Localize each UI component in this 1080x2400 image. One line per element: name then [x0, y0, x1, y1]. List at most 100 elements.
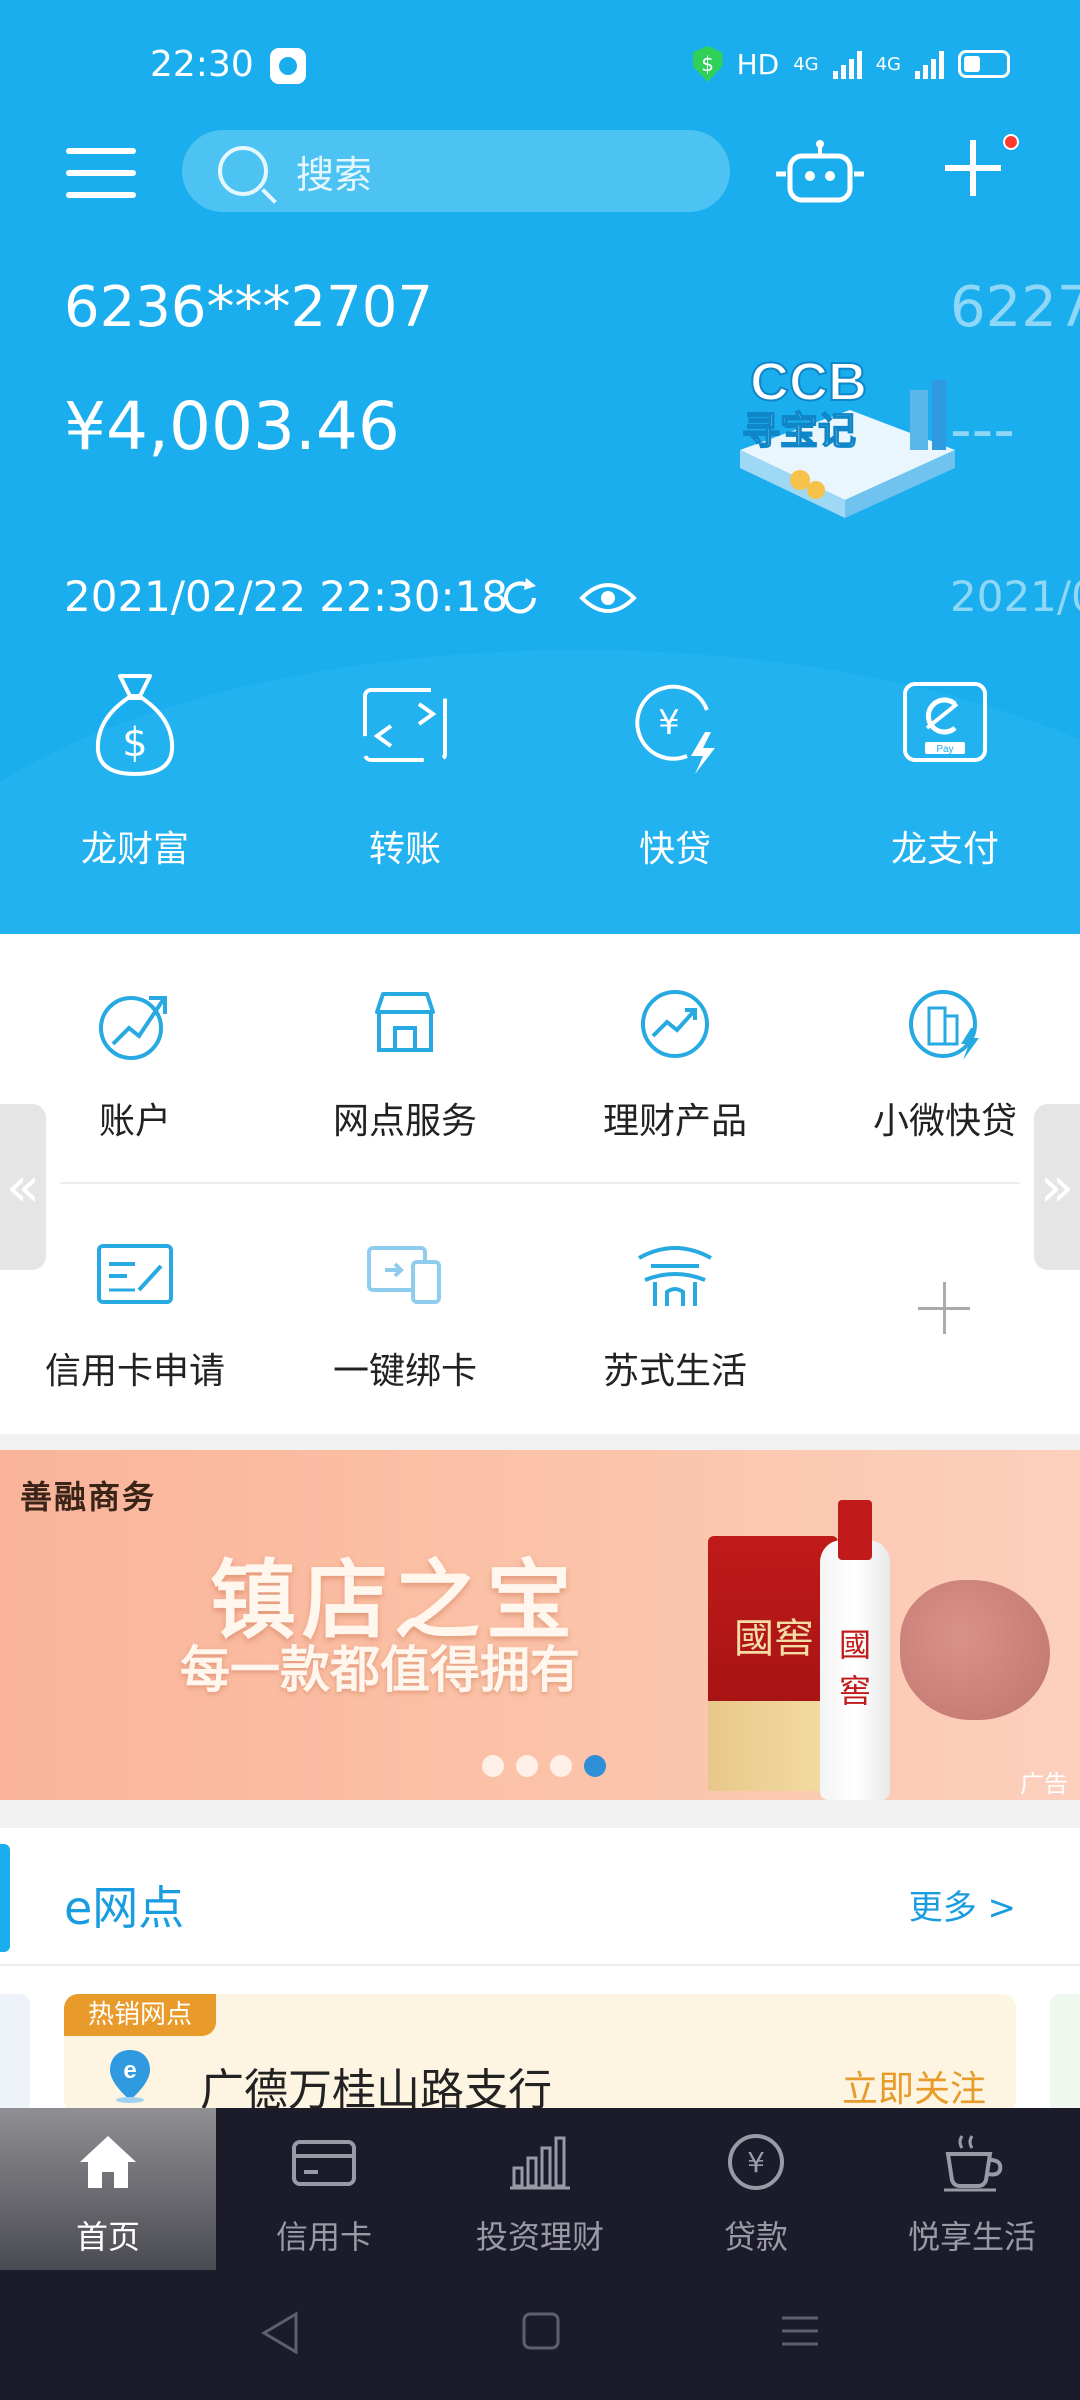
quick-action-label: 快贷 [638, 829, 711, 870]
account-growth-icon [99, 996, 167, 1060]
service-bind-card[interactable]: 一键绑卡 [270, 1184, 540, 1429]
tab-label: 贷款 [723, 2218, 788, 2256]
quick-action-label: 转账 [368, 829, 441, 870]
location-pin-icon: e [110, 2050, 150, 2103]
svg-text:e: e [123, 2057, 136, 2084]
quick-action-label: 龙财富 [80, 829, 189, 870]
hot-branch-tag: 热销网点 [64, 1994, 216, 2036]
quick-loan-icon: ¥ [635, 684, 715, 774]
carousel-dot-active[interactable] [584, 1755, 606, 1777]
tab-label: 首页 [75, 2218, 140, 2256]
svg-text:$: $ [122, 720, 147, 766]
search-icon [218, 146, 268, 196]
bar-chart-icon [510, 2136, 570, 2190]
ccb-treasure-promo[interactable]: CCB 寻宝记 [720, 340, 970, 530]
tab-lifestyle[interactable]: 悦享生活 [864, 2108, 1080, 2270]
bottle-cap [838, 1500, 872, 1560]
tab-label: 信用卡 [275, 2218, 372, 2256]
e-branch-title: e网点 [64, 1881, 185, 1935]
banner-subline: 每一款都值得拥有 [180, 1640, 580, 1699]
refresh-icon[interactable] [496, 574, 544, 622]
carousel-dot[interactable] [550, 1755, 572, 1777]
follow-button[interactable]: 立即关注 [842, 2060, 986, 2112]
tab-investment[interactable]: 投资理财 [432, 2108, 648, 2270]
battery-icon [958, 50, 1010, 78]
scroll-left-arrow-icon[interactable]: « [0, 1104, 46, 1270]
carousel-dots [482, 1755, 606, 1777]
status-indicators: $ HD 4G 4G [692, 46, 1010, 82]
search-input[interactable]: 搜索 [182, 130, 730, 212]
product-gift-box: 國窖 [708, 1536, 838, 1791]
service-label: 一键绑卡 [332, 1351, 477, 1392]
home-square-icon[interactable] [520, 2310, 562, 2352]
carousel-dot[interactable] [482, 1755, 504, 1777]
product-bottle: 國窖 [820, 1500, 890, 1800]
svg-text:¥: ¥ [658, 703, 680, 743]
bind-card-icon [367, 1246, 441, 1304]
services-row-1: 账户 网点服务 理财产品 小微快贷 [0, 934, 1080, 1179]
carousel-dot[interactable] [516, 1755, 538, 1777]
branch-card[interactable]: 热销网点 e 广德万桂山路支行 立即关注 [64, 1994, 1016, 2114]
section-gap [0, 1434, 1080, 1450]
more-link[interactable]: 更多 > [909, 1880, 1016, 1929]
section-gap [0, 1800, 1080, 1828]
tab-home[interactable]: 首页 [0, 2108, 216, 2270]
credit-card-apply-icon [97, 1244, 173, 1304]
credit-card-icon [292, 2140, 356, 2186]
services-grid: 账户 网点服务 理财产品 小微快贷 信用卡申请 一键绑卡 苏式生活 [0, 934, 1080, 1434]
money-bag-icon: $ [95, 674, 175, 777]
account-header: 22:30 $ HD 4G 4G 搜索 6236***2707 6227 ¥4,… [0, 0, 1080, 934]
svg-text:¥: ¥ [747, 2146, 765, 2179]
robot-assistant-icon[interactable] [772, 140, 868, 206]
tab-loan[interactable]: ¥ 贷款 [648, 2108, 864, 2270]
menu-icon[interactable] [66, 148, 136, 198]
status-bar: 22:30 $ HD 4G 4G [0, 0, 1080, 130]
quick-action-longpay[interactable]: Pay 龙支付 [810, 670, 1080, 890]
app-bar: 搜索 [0, 130, 1080, 230]
prev-card-peek[interactable] [0, 1994, 30, 2114]
net-label-1: 4G [793, 53, 819, 75]
product-box-text: 國窖 [734, 1616, 814, 1662]
promo-banner[interactable]: 善融商务 镇店之宝 每一款都值得拥有 國窖 國窖 广告 [0, 1450, 1080, 1800]
recent-apps-icon[interactable] [778, 2310, 822, 2352]
banner-brand: 善融商务 [20, 1478, 157, 1516]
service-label: 苏式生活 [602, 1351, 747, 1392]
service-branch[interactable]: 网点服务 [270, 934, 540, 1179]
svg-text:CCB: CCB [750, 352, 867, 412]
branch-name: 广德万桂山路支行 [200, 2065, 552, 2114]
suzhou-pavilion-icon [638, 1246, 712, 1306]
scroll-right-arrow-icon[interactable]: » [1034, 1104, 1080, 1270]
svg-text:寻宝记: 寻宝记 [742, 409, 856, 453]
notification-red-dot [1003, 134, 1019, 150]
service-wealth-product[interactable]: 理财产品 [540, 934, 810, 1179]
branch-store-icon [375, 992, 435, 1052]
food-decoration [900, 1580, 1050, 1720]
back-icon[interactable] [258, 2310, 302, 2356]
quick-actions: $ 龙财富 转账 ¥ 快贷 Pay 龙支付 [0, 670, 1080, 890]
pay-icon: Pay [903, 682, 987, 762]
eye-visibility-icon[interactable] [578, 578, 638, 618]
notification-app-icon [270, 48, 306, 84]
quick-action-longcaifu[interactable]: $ 龙财富 [0, 670, 270, 890]
service-suzhou-life[interactable]: 苏式生活 [540, 1184, 810, 1429]
coffee-cup-icon [944, 2135, 1003, 2192]
search-placeholder: 搜索 [296, 152, 373, 197]
add-icon[interactable] [918, 1282, 970, 1334]
next-card-updated-time: 2021/0 [950, 572, 1080, 621]
section-accent-bar [0, 1844, 10, 1952]
signal-icon [832, 49, 862, 79]
tab-credit-card[interactable]: 信用卡 [216, 2108, 432, 2270]
service-label: 理财产品 [602, 1101, 747, 1142]
next-card-peek[interactable] [1050, 1994, 1080, 2114]
small-business-loan-icon [909, 990, 979, 1060]
next-card-number[interactable]: 6227* [950, 275, 1080, 340]
balance-updated-time: 2021/02/22 22:30:18 [64, 572, 509, 621]
status-time: 22:30 [150, 44, 254, 85]
e-branch-header: e网点 更多 > [0, 1828, 1080, 1964]
system-navigation-bar [0, 2270, 1080, 2400]
add-plus-icon[interactable] [945, 134, 1019, 196]
card-number[interactable]: 6236***2707 [64, 275, 433, 340]
account-balance: ¥4,003.46 [64, 388, 400, 465]
quick-action-transfer[interactable]: 转账 [270, 670, 540, 890]
quick-action-quick-loan[interactable]: ¥ 快贷 [540, 670, 810, 890]
